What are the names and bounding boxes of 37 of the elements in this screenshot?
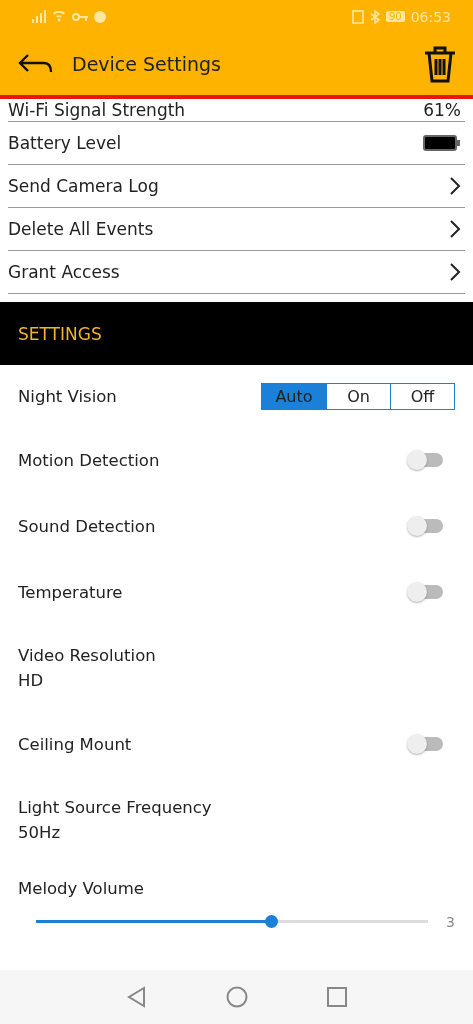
- setting-label: Light Source Frequency: [18, 798, 212, 817]
- home-icon[interactable]: [225, 986, 248, 1008]
- battery-icon: [423, 135, 461, 151]
- setting-label: Temperature: [18, 582, 123, 602]
- setting-value: 50Hz: [18, 823, 62, 842]
- setting-label: Sound Detection: [18, 516, 156, 536]
- slider-value: 3: [446, 913, 455, 930]
- setting-label: Motion Detection: [18, 450, 160, 470]
- row-label: Wi-Fi Signal Strength: [8, 100, 186, 120]
- trash-icon[interactable]: [423, 45, 457, 83]
- toggle-switch[interactable]: [409, 585, 443, 599]
- setting-value: HD: [18, 671, 45, 690]
- screen-title: Device Settings: [72, 53, 222, 75]
- key-icon: [72, 12, 88, 21]
- row-value: 61%: [423, 100, 461, 120]
- row-label: Battery Level: [8, 133, 122, 153]
- toggle-switch[interactable]: [409, 737, 443, 751]
- setting-label: Melody Volume: [18, 878, 145, 898]
- toggle-switch[interactable]: [409, 453, 443, 467]
- section-title: SETTINGS: [18, 323, 102, 344]
- row-label: Grant Access: [8, 262, 120, 282]
- setting-label: Night Vision: [18, 386, 117, 406]
- row-label: Send Camera Log: [8, 176, 159, 196]
- setting-label: Video Resolution: [18, 646, 156, 665]
- wifi-icon: [52, 11, 66, 22]
- setting-label: Ceiling Mount: [18, 734, 132, 754]
- chevron-icon[interactable]: [449, 176, 461, 196]
- bluetooth-icon: [369, 9, 380, 24]
- toggle-switch[interactable]: [409, 519, 443, 533]
- chevron-icon[interactable]: [449, 219, 461, 239]
- recents-icon[interactable]: [325, 986, 348, 1008]
- status-time: 06:53: [410, 8, 451, 25]
- segment-option[interactable]: Auto: [262, 383, 326, 409]
- row-label: Delete All Events: [8, 219, 154, 239]
- battery-indicator: 90: [385, 11, 405, 22]
- signal-icon: [32, 10, 46, 23]
- chevron-icon[interactable]: [449, 262, 461, 282]
